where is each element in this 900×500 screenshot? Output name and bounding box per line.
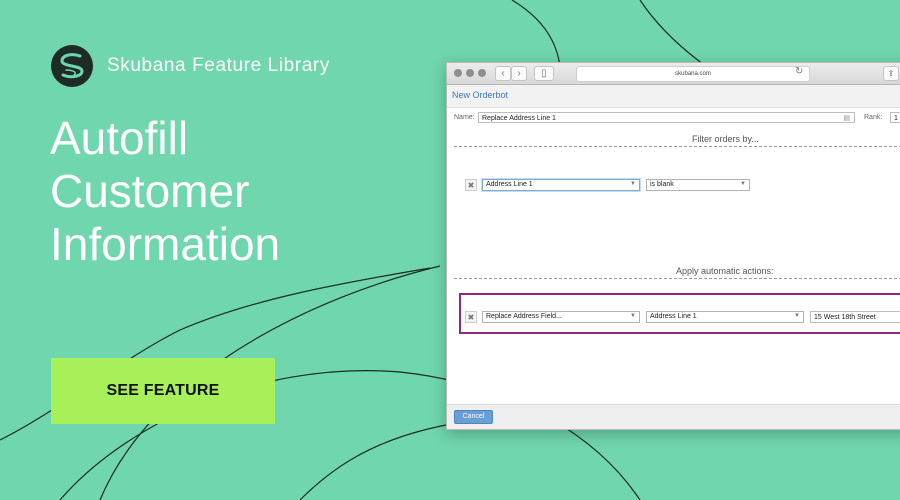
actions-divider bbox=[454, 278, 900, 279]
hero-line-2: Customer bbox=[50, 165, 250, 217]
filter-operator-value: is blank bbox=[650, 181, 674, 188]
page-title: New Orderbot bbox=[452, 90, 509, 100]
action-field-select[interactable]: Address Line 1 ▼ bbox=[646, 311, 804, 323]
hero-line-3: Information bbox=[50, 218, 281, 270]
maximize-window-icon[interactable] bbox=[478, 69, 486, 77]
filter-operator-select[interactable]: is blank ▼ bbox=[646, 179, 750, 191]
filter-divider bbox=[454, 146, 900, 147]
forward-arrow-icon[interactable]: › bbox=[511, 66, 527, 81]
close-window-icon[interactable] bbox=[454, 69, 462, 77]
see-feature-button[interactable]: SEE FEATURE bbox=[51, 358, 275, 424]
hero-heading: Autofill Customer Information bbox=[50, 112, 280, 271]
action-type-value: Replace Address Field... bbox=[486, 313, 562, 320]
filter-section-title: Filter orders by... bbox=[692, 134, 759, 144]
action-type-select[interactable]: Replace Address Field... ▼ bbox=[482, 311, 640, 323]
action-value-field[interactable]: 15 West 18th Street bbox=[810, 311, 900, 323]
minimize-window-icon[interactable] bbox=[466, 69, 474, 77]
name-label: Name: bbox=[454, 114, 475, 121]
rank-field[interactable]: 1 bbox=[890, 112, 900, 123]
brand: Skubana Feature Library bbox=[50, 44, 330, 88]
form-footer: Cancel bbox=[447, 404, 900, 429]
filter-field-value: Address Line 1 bbox=[486, 181, 533, 188]
brand-name: Skubana Feature Library bbox=[107, 55, 330, 76]
browser-window: ‹ › ▯ skubana.com ↻ ⇪ New Orderbot Name:… bbox=[446, 62, 900, 430]
contact-card-icon: ▤ bbox=[843, 115, 850, 122]
remove-action-icon[interactable]: ✖ bbox=[465, 311, 477, 323]
skubana-logo-icon bbox=[51, 45, 93, 87]
hero-line-1: Autofill bbox=[50, 112, 189, 164]
browser-titlebar: ‹ › ▯ skubana.com ↻ ⇪ bbox=[447, 63, 900, 85]
cancel-button[interactable]: Cancel bbox=[454, 410, 493, 424]
chevron-down-icon: ▼ bbox=[630, 181, 636, 187]
sidebar-toggle-icon[interactable]: ▯ bbox=[534, 66, 554, 81]
chevron-down-icon: ▼ bbox=[740, 181, 746, 187]
action-field-value: Address Line 1 bbox=[650, 313, 697, 320]
remove-filter-icon[interactable]: ✖ bbox=[465, 179, 477, 191]
chevron-down-icon: ▼ bbox=[794, 313, 800, 319]
orderbot-name-field[interactable]: Replace Address Line 1 ▤ bbox=[478, 112, 855, 123]
share-icon[interactable]: ⇪ bbox=[883, 66, 899, 81]
filter-field-select[interactable]: Address Line 1 ▼ bbox=[482, 179, 640, 191]
actions-section-title: Apply automatic actions: bbox=[676, 266, 774, 276]
chevron-down-icon: ▼ bbox=[630, 313, 636, 319]
orderbot-name-value: Replace Address Line 1 bbox=[482, 115, 556, 122]
back-arrow-icon[interactable]: ‹ bbox=[495, 66, 511, 81]
reload-icon[interactable]: ↻ bbox=[795, 66, 803, 77]
address-bar[interactable]: skubana.com bbox=[576, 66, 810, 82]
page-header bbox=[447, 85, 900, 108]
rank-label: Rank: bbox=[864, 114, 883, 121]
